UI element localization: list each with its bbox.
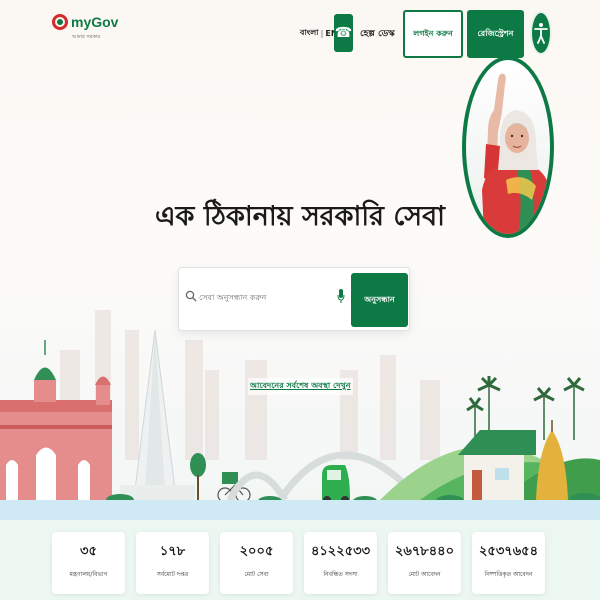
river-strip <box>0 500 600 520</box>
stat-value: ২০০৫ <box>239 544 274 559</box>
phone-icon[interactable]: ☎ <box>334 14 353 52</box>
lang-separator: | <box>320 28 324 38</box>
stat-card: ২৫৩৭৬৫৪ নিষ্পত্তিকৃত আবেদন <box>472 532 545 594</box>
register-button[interactable]: রেজিস্ট্রেশন <box>467 10 524 58</box>
stat-label: মোট আবেদন <box>408 571 441 578</box>
helpdesk-link[interactable]: হেল্প ডেস্ক <box>360 26 395 41</box>
logo-subtitle: আমার সরকার <box>72 34 101 40</box>
login-button[interactable]: লগইন করুন <box>403 10 463 58</box>
stat-value: ২৬৭৮৪৪০ <box>394 544 455 559</box>
stat-card: ২৬৭৮৪৪০ মোট আবেদন <box>388 532 461 594</box>
accessibility-icon[interactable] <box>530 11 552 55</box>
stat-card: ১৭৮ সর্বমোট দপ্তর <box>136 532 209 594</box>
accessibility-figure-icon <box>534 23 548 44</box>
cng-auto-rickshaw <box>322 465 350 504</box>
stat-value: ২৫৩৭৬৫৪ <box>478 544 539 559</box>
city-illustration <box>0 310 600 507</box>
stat-label: নিষ্পত্তিকৃত আবেদন <box>484 571 533 578</box>
stat-card: ২০০৫ মোট সেবা <box>220 532 293 594</box>
haystack <box>536 420 568 500</box>
mygov-logo-icon <box>52 14 68 30</box>
stat-label: সর্বমোট দপ্তর <box>156 571 189 578</box>
stat-card: ৪১২২৫৩৩ নিবন্ধিত সদস্য <box>304 532 377 594</box>
logo-text: myGov <box>71 14 119 30</box>
stat-value: ১৭৮ <box>159 544 186 559</box>
header: myGov আমার সরকার বাংলা | ENG ☎ হেল্প ডেস… <box>0 0 600 64</box>
application-status-link[interactable]: আবেদনের সর্বশেষ অবস্থা দেখুন <box>248 378 353 395</box>
logo[interactable]: myGov <box>52 14 118 30</box>
stat-label: মোট সেবা <box>244 571 269 578</box>
page-title: এক ঠিকানায় সরকারি সেবা <box>155 201 445 232</box>
stat-value: ৪১২২৫৩৩ <box>310 544 371 559</box>
stat-value: ৩৫ <box>80 544 97 559</box>
lang-bn[interactable]: বাংলা <box>300 27 319 40</box>
stat-label: নিবন্ধিত সদস্য <box>323 571 358 578</box>
stat-card: ৩৫ মন্ত্রণালয়/বিভাগ <box>52 532 125 594</box>
stat-label: মন্ত্রণালয়/বিভাগ <box>69 571 108 578</box>
